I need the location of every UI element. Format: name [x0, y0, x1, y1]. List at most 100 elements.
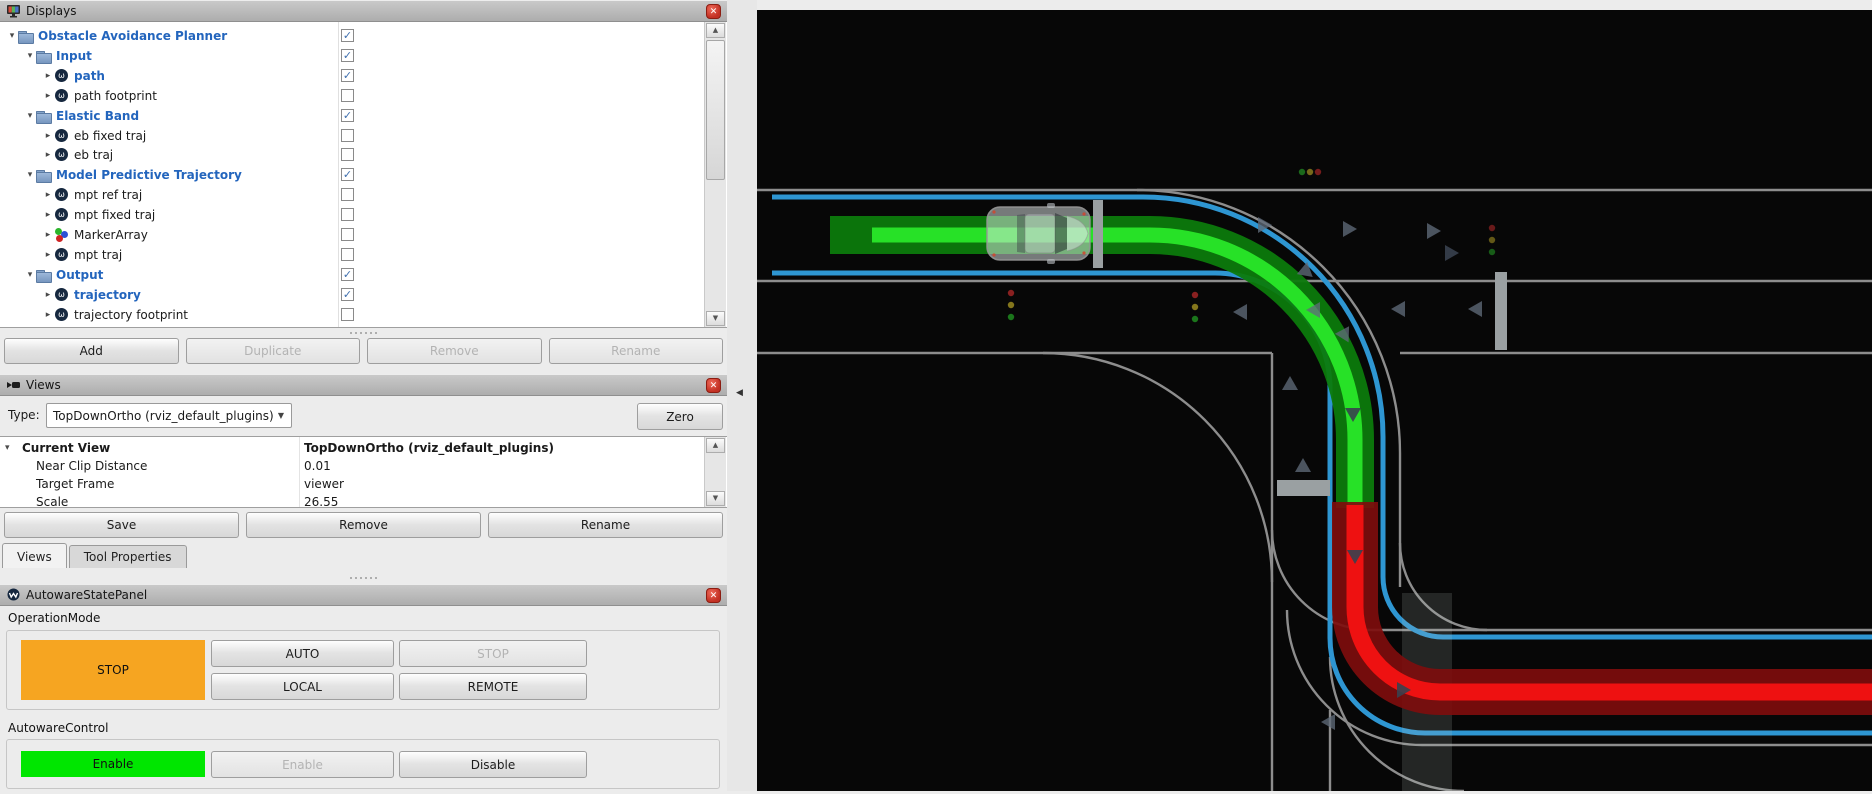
views-icon [6, 378, 21, 392]
displays-remove-button[interactable]: Remove [367, 338, 542, 364]
view-type-label: Type: [8, 408, 40, 422]
views-remove-button[interactable]: Remove [246, 512, 481, 538]
autoware-control-status: Enable [21, 751, 205, 777]
folder-icon [18, 29, 34, 43]
displays-rename-button[interactable]: Rename [549, 338, 724, 364]
views-save-button[interactable]: Save [4, 512, 239, 538]
tree-item-path-footprint[interactable]: path footprint [0, 86, 727, 106]
displays-duplicate-button[interactable]: Duplicate [186, 338, 361, 364]
expander-closed-icon[interactable] [42, 205, 54, 225]
displays-tree-scrollbar[interactable] [704, 22, 726, 327]
views-table-scrollbar[interactable] [704, 437, 726, 507]
scroll-up-icon[interactable] [706, 438, 725, 453]
autoware-icon [54, 208, 70, 222]
tree-item-label: Elastic Band [56, 109, 139, 123]
expander-open-icon[interactable] [24, 46, 36, 66]
property-value[interactable]: 0.01 [304, 459, 331, 473]
left-panel-column: Displays Obstacle Avoidance PlannerInput… [0, 0, 727, 791]
tree-item-eb-traj[interactable]: eb traj [0, 145, 727, 165]
expander-closed-icon[interactable] [42, 145, 54, 165]
expander-closed-icon[interactable] [42, 245, 54, 265]
property-row-scale[interactable]: Scale26.55 [0, 493, 700, 508]
tree-item-mpt-traj[interactable]: mpt traj [0, 245, 727, 265]
autoware-control-disable-button[interactable]: Disable [399, 751, 587, 778]
operation-mode-remote-button[interactable]: REMOTE [399, 673, 587, 700]
view-type-value: TopDownOrtho (rviz_default_plugins) [53, 409, 274, 423]
views-rename-button[interactable]: Rename [488, 512, 723, 538]
autoware-icon [54, 89, 70, 103]
views-close-icon[interactable] [706, 378, 721, 393]
tree-item-mpt-ref-traj[interactable]: mpt ref traj [0, 185, 727, 205]
expander-closed-icon[interactable] [42, 126, 54, 146]
displays-close-icon[interactable] [706, 4, 721, 19]
displays-add-button[interactable]: Add [4, 338, 179, 364]
property-row-current-view[interactable]: Current View TopDownOrtho (rviz_default_p… [0, 439, 700, 457]
displays-tree[interactable]: Obstacle Avoidance PlannerInput path path … [0, 22, 727, 328]
tree-item-mpt-fixed-traj[interactable]: mpt fixed traj [0, 205, 727, 225]
panel-tabs: ViewsTool Properties [2, 542, 189, 568]
expander-closed-icon[interactable] [42, 285, 54, 305]
tree-item-input[interactable]: Input [0, 46, 724, 66]
tab-views[interactable]: Views [2, 543, 67, 568]
expander-closed-icon[interactable] [42, 66, 54, 86]
tree-item-eb-fixed-traj[interactable]: eb fixed traj [0, 126, 727, 146]
expander-closed-icon[interactable] [42, 305, 54, 325]
scrollbar-thumb[interactable] [706, 40, 725, 180]
tree-item-elastic-band[interactable]: Elastic Band [0, 106, 724, 126]
tree-item-label: mpt fixed traj [74, 208, 155, 222]
view-type-select[interactable]: TopDownOrtho (rviz_default_plugins) [46, 403, 292, 428]
operation-mode-local-button[interactable]: LOCAL [211, 673, 394, 700]
tree-item-label: path [74, 69, 105, 83]
property-row-target-frame[interactable]: Target Frameviewer [0, 475, 700, 493]
ego-vehicle [987, 203, 1090, 264]
traffic-light-dot [1008, 314, 1014, 320]
displays-panel-header[interactable]: Displays [0, 0, 727, 22]
zero-button[interactable]: Zero [637, 403, 723, 430]
collapse-panel-icon[interactable] [736, 388, 743, 398]
state-panel-title: AutowareStatePanel [26, 588, 147, 602]
expander-closed-icon[interactable] [42, 86, 54, 106]
state-panel-close-icon[interactable] [706, 588, 721, 603]
folder-icon [36, 109, 52, 123]
operation-mode-auto-button[interactable]: AUTO [211, 640, 394, 667]
property-row-near-clip-distance[interactable]: Near Clip Distance0.01 [0, 457, 700, 475]
expander-open-icon[interactable] [24, 106, 36, 126]
tree-item-trajectory-footprint[interactable]: trajectory footprint [0, 305, 727, 325]
autoware-icon [54, 308, 70, 322]
expander-open-icon[interactable] [6, 26, 18, 46]
splitter-handle[interactable] [0, 329, 727, 336]
property-value[interactable]: TopDownOrtho (rviz_default_plugins) [304, 441, 554, 455]
tree-item-markerarray[interactable]: MarkerArray [0, 225, 727, 245]
property-value[interactable]: 26.55 [304, 495, 338, 508]
views-panel-header[interactable]: Views [0, 374, 727, 396]
tree-item-model-predictive-trajectory[interactable]: Model Predictive Trajectory [0, 165, 724, 185]
autoware-state-panel-header[interactable]: AutowareStatePanel [0, 584, 727, 606]
expander-open-icon[interactable] [24, 265, 36, 285]
expander-open-icon[interactable] [24, 165, 36, 185]
tree-item-trajectory[interactable]: trajectory [0, 285, 727, 305]
operation-mode-stop-button[interactable]: STOP [399, 640, 587, 667]
expander-open-icon[interactable] [5, 443, 10, 453]
tree-item-output[interactable]: Output [0, 265, 724, 285]
scroll-down-icon[interactable] [706, 491, 725, 506]
property-name: Current View [22, 441, 110, 455]
displays-button-row: Add DuplicateRemove Rename [0, 338, 727, 364]
tree-item-label: eb traj [74, 148, 113, 162]
expander-closed-icon[interactable] [42, 225, 54, 245]
scroll-up-icon[interactable] [706, 23, 725, 38]
splitter-handle[interactable] [0, 574, 727, 581]
tree-item-label: path footprint [74, 89, 157, 103]
autoware-control-group: Enable Enable Disable [6, 739, 720, 789]
expander-closed-icon[interactable] [42, 185, 54, 205]
tree-item-path[interactable]: path [0, 66, 727, 86]
rviz-3d-viewport[interactable] [757, 10, 1872, 791]
current-view-table[interactable]: Current View TopDownOrtho (rviz_default_p… [0, 436, 727, 508]
traffic-light-dot [1315, 169, 1321, 175]
scroll-down-icon[interactable] [706, 311, 725, 326]
tree-item-obstacle-avoidance-planner[interactable]: Obstacle Avoidance Planner [0, 26, 706, 46]
property-value[interactable]: viewer [304, 477, 344, 491]
traffic-light-dot [1489, 237, 1495, 243]
tab-tool-properties[interactable]: Tool Properties [69, 545, 187, 568]
autoware-icon [54, 129, 70, 143]
autoware-control-enable-button[interactable]: Enable [211, 751, 394, 778]
